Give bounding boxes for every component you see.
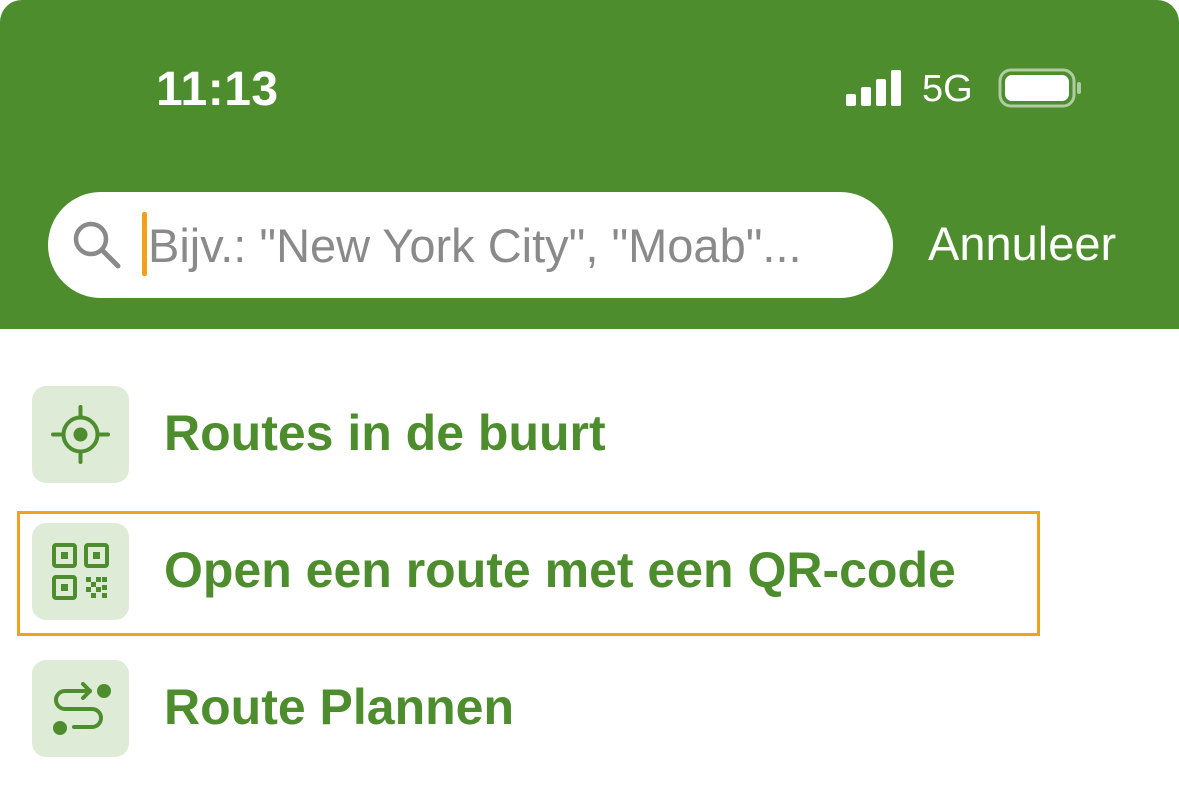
network-type: 5G — [922, 68, 973, 110]
route-path-icon — [53, 682, 111, 735]
cancel-button[interactable]: Annuleer — [928, 216, 1116, 271]
battery-icon — [998, 68, 1081, 108]
menu-item-nearby-routes[interactable]: Routes in de buurt — [0, 374, 1179, 494]
menu-icon-box — [32, 660, 129, 757]
menu-icon-box — [32, 386, 129, 483]
text-caret — [142, 212, 147, 276]
locate-crosshair-icon — [51, 405, 110, 464]
search-input[interactable] — [148, 212, 878, 278]
menu-item-label: Route Plannen — [164, 679, 515, 735]
app-header: 11:13 5G Annuleer — [0, 0, 1179, 329]
search-icon — [73, 221, 121, 269]
menu-item-label: Routes in de buurt — [164, 405, 606, 461]
menu-item-route-planner[interactable]: Route Plannen — [0, 648, 1179, 768]
signal-bars-icon — [846, 70, 901, 106]
status-time: 11:13 — [156, 63, 279, 116]
focus-highlight — [17, 511, 1040, 636]
